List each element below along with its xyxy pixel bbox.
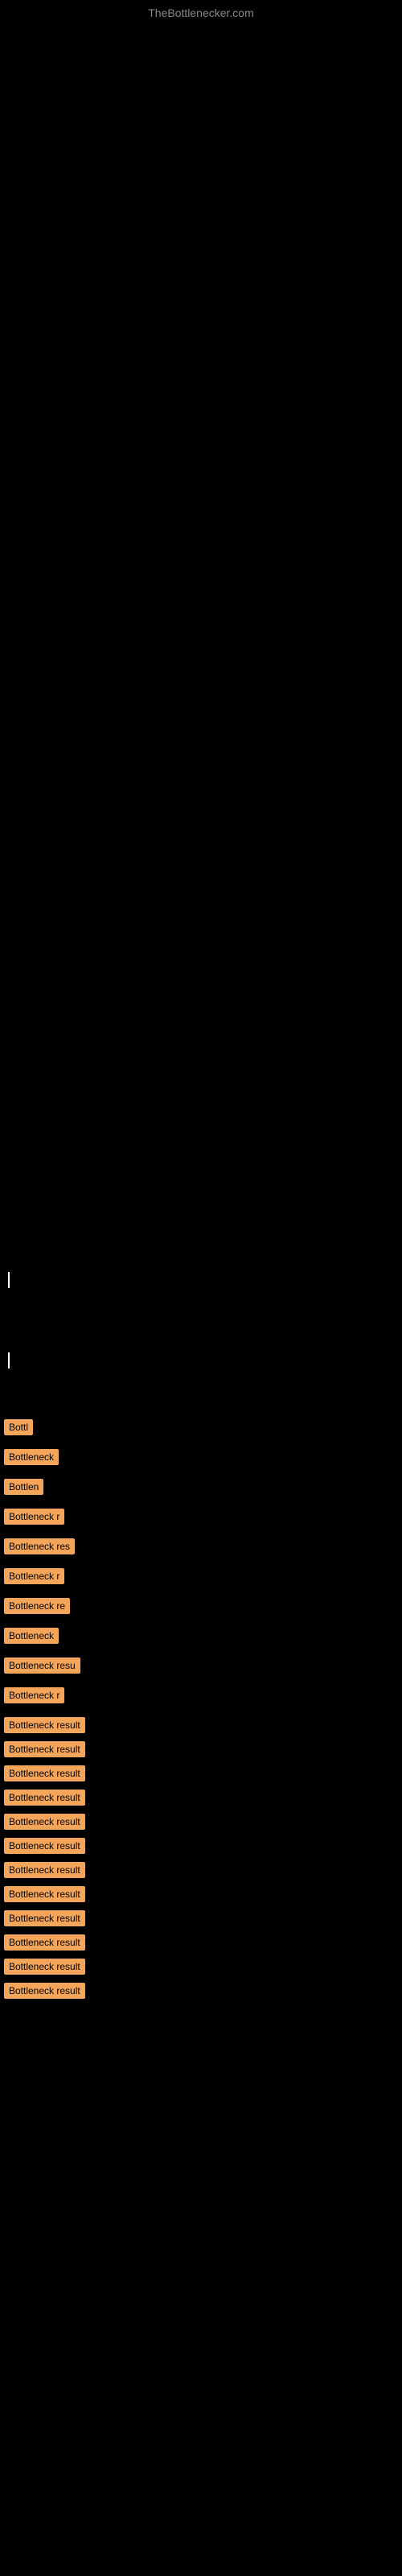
bottleneck-badge: Bottl — [4, 1419, 33, 1435]
list-item: Bottleneck result — [0, 1886, 402, 1902]
bottleneck-badge: Bottleneck res — [4, 1538, 75, 1554]
bottleneck-badge: Bottleneck result — [4, 1910, 85, 1926]
list-item: Bottleneck r — [0, 1568, 402, 1588]
list-item: Bottleneck result — [0, 1765, 402, 1781]
bottleneck-badge: Bottleneck resu — [4, 1657, 80, 1674]
list-item: Bottleneck r — [0, 1509, 402, 1529]
list-item: Bottleneck result — [0, 1717, 402, 1733]
list-item: Bottlen — [0, 1479, 402, 1499]
bottleneck-badge: Bottleneck result — [4, 1934, 85, 1951]
content-area: Bottl Bottleneck Bottlen Bottleneck r Bottle… — [0, 1272, 402, 2007]
list-item: Bottleneck res — [0, 1538, 402, 1558]
bottleneck-badge: Bottlen — [4, 1479, 43, 1495]
list-item: Bottleneck re — [0, 1598, 402, 1618]
list-item: Bottleneck — [0, 1449, 402, 1469]
list-item: Bottleneck result — [0, 1910, 402, 1926]
bottleneck-badge: Bottleneck result — [4, 1717, 85, 1733]
bottleneck-badge: Bottleneck — [4, 1449, 59, 1465]
bottleneck-badge: Bottleneck — [4, 1628, 59, 1644]
list-item: Bottleneck r — [0, 1687, 402, 1707]
list-item: Bottleneck result — [0, 1862, 402, 1878]
list-item: Bottleneck result — [0, 1983, 402, 1999]
site-title: TheBottlenecker.com — [148, 6, 254, 19]
list-item: Bottleneck — [0, 1628, 402, 1648]
list-item: Bottl — [0, 1419, 402, 1439]
bottleneck-badge: Bottleneck r — [4, 1509, 64, 1525]
bottleneck-badge: Bottleneck result — [4, 1862, 85, 1878]
bottleneck-badge: Bottleneck re — [4, 1598, 70, 1614]
bottleneck-badge: Bottleneck r — [4, 1568, 64, 1584]
bottleneck-badge: Bottleneck result — [4, 1814, 85, 1830]
cursor-line-2 — [8, 1352, 10, 1368]
cursor-line — [8, 1272, 10, 1288]
bottleneck-badge: Bottleneck result — [4, 1959, 85, 1975]
bottleneck-badge: Bottleneck result — [4, 1790, 85, 1806]
list-item: Bottleneck result — [0, 1814, 402, 1830]
bottleneck-badge: Bottleneck result — [4, 1886, 85, 1902]
list-item: Bottleneck resu — [0, 1657, 402, 1678]
bottleneck-badge: Bottleneck result — [4, 1765, 85, 1781]
bottleneck-badge: Bottleneck result — [4, 1983, 85, 1999]
list-item: Bottleneck result — [0, 1790, 402, 1806]
list-item: Bottleneck result — [0, 1838, 402, 1854]
list-item: Bottleneck result — [0, 1959, 402, 1975]
list-item: Bottleneck result — [0, 1741, 402, 1757]
list-item: Bottleneck result — [0, 1934, 402, 1951]
items-container: Bottl Bottleneck Bottlen Bottleneck r Bottle… — [0, 1419, 402, 1999]
bottleneck-badge: Bottleneck result — [4, 1741, 85, 1757]
bottleneck-badge: Bottleneck r — [4, 1687, 64, 1703]
bottleneck-badge: Bottleneck result — [4, 1838, 85, 1854]
